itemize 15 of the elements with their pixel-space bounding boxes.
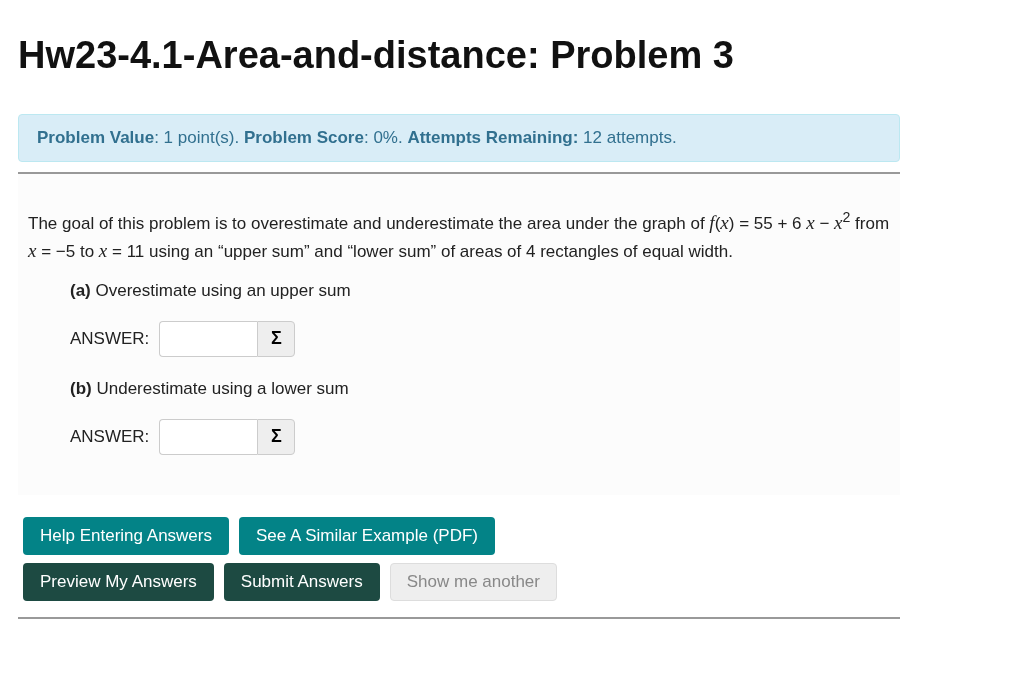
answer-field[interactable] [159, 418, 258, 455]
action-button[interactable]: Preview My Answers [23, 562, 214, 601]
problem-info-bar: Problem Value: 1 point(s). Problem Score: 0%. Attempts Remaining: 12 attempts. [18, 114, 900, 162]
answer-label: ANSWER: [70, 426, 150, 447]
equation-editor-button[interactable]: Σ [257, 320, 296, 357]
equation-editor-button[interactable]: Σ [257, 418, 296, 455]
answer-field[interactable] [159, 320, 258, 357]
problem-statement: The goal of this problem is to overestimate and underestimate the area under the graph of f(x) = 55 + 6 x − x$^{2}$ from x = −5 to x = 11 using an “upper sum” and “lower sum” of areas of 4 rectangles of equal width. [28, 208, 890, 263]
part-prompt: (b) Underestimate using a lower sum [70, 378, 350, 399]
page-title: Hw23-4.1-Area-and-distance: Problem 3 [18, 33, 735, 78]
action-button[interactable]: Help Entering Answers [23, 516, 229, 555]
answer-label: ANSWER: [70, 328, 150, 349]
action-button[interactable]: Submit Answers [223, 562, 380, 601]
part-prompt: (a) Overestimate using an upper sum [70, 280, 352, 301]
action-button[interactable]: See A Similar Example (PDF) [239, 516, 495, 555]
